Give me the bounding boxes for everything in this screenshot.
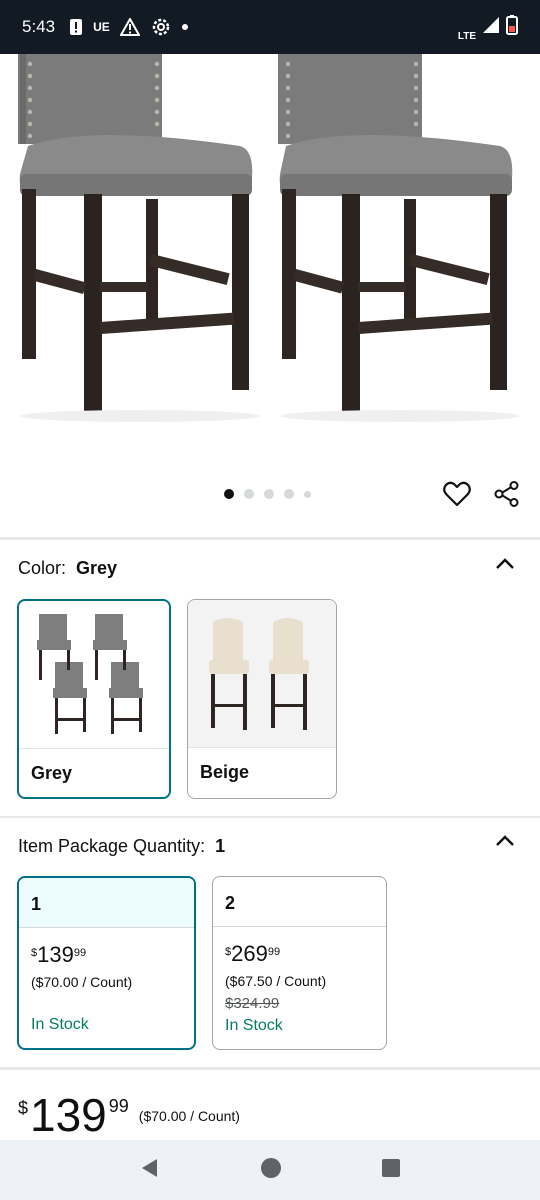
- price-per-count: ($70.00 / Count): [31, 974, 133, 990]
- price-fraction: 99: [108, 1096, 129, 1116]
- swatch-image-grey: [19, 601, 169, 749]
- back-button[interactable]: [139, 1157, 161, 1184]
- dot-icon: [181, 24, 188, 30]
- chairs-illustration: [18, 54, 520, 422]
- recents-button[interactable]: [381, 1158, 401, 1183]
- color-label: Color:: [18, 558, 67, 578]
- share-icon: [494, 481, 519, 507]
- carousel-dots[interactable]: [224, 489, 311, 499]
- color-selected-value: Grey: [76, 558, 118, 578]
- quantity-heading: Item Package Quantity: 1: [18, 836, 225, 857]
- quantity-option-label: 1: [19, 878, 194, 928]
- price-display: $ 139 99 ($70.00 / Count): [18, 1090, 240, 1140]
- carousel-dot[interactable]: [224, 489, 234, 499]
- price-per-count: ($70.00 / Count): [138, 1108, 240, 1124]
- chair-right: [278, 54, 513, 412]
- heart-icon: [443, 481, 471, 507]
- quantity-option-price: $13999: [19, 928, 194, 968]
- list-price-strikethrough: $324.99: [225, 995, 280, 1012]
- price-whole: 269: [231, 941, 268, 966]
- signal-icon: [482, 16, 500, 39]
- color-swatch-beige[interactable]: Beige: [187, 599, 337, 799]
- carousel-dot[interactable]: [244, 489, 254, 499]
- currency-symbol: $: [225, 946, 232, 958]
- battery-icon: [506, 14, 518, 40]
- chevron-up-icon: [496, 835, 514, 846]
- grey-chairs-thumbnail: [37, 613, 143, 734]
- price-per-count: ($67.50 / Count): [225, 973, 327, 989]
- price-fraction: 99: [73, 947, 87, 959]
- price-whole: 139: [37, 942, 74, 967]
- carousel-dot[interactable]: [264, 489, 274, 499]
- section-divider: [0, 537, 540, 540]
- price-whole: 139: [30, 1089, 107, 1141]
- recents-square-icon: [382, 1158, 400, 1177]
- wishlist-button[interactable]: [441, 478, 473, 510]
- back-triangle-icon: [142, 1158, 157, 1177]
- warning-icon: [119, 18, 140, 36]
- alert-icon: [69, 18, 83, 36]
- color-swatch-grey[interactable]: Grey: [17, 599, 171, 799]
- section-divider: [0, 816, 540, 818]
- stock-status: In Stock: [31, 1016, 89, 1033]
- quantity-option-label: 2: [213, 877, 386, 927]
- home-button[interactable]: [259, 1156, 283, 1185]
- carousel-dot[interactable]: [304, 490, 311, 498]
- swatch-label-beige: Beige: [200, 762, 250, 782]
- settings-icon: [150, 16, 172, 38]
- collapse-color-button[interactable]: [493, 552, 517, 576]
- color-heading: Color: Grey: [18, 558, 117, 579]
- collapse-quantity-button[interactable]: [493, 829, 517, 853]
- chevron-up-icon: [496, 558, 514, 569]
- section-divider: [0, 1067, 540, 1070]
- chair-left: [18, 54, 253, 412]
- stock-status: In Stock: [225, 1017, 283, 1034]
- network-label: LTE: [457, 30, 476, 42]
- quantity-option-2[interactable]: 2 $26999 ($67.50 / Count) $324.99 In Sto…: [212, 876, 387, 1050]
- quantity-option-price: $26999: [213, 927, 386, 967]
- share-button[interactable]: [491, 478, 523, 510]
- carousel-dot[interactable]: [284, 489, 294, 499]
- system-nav-bar: [0, 1140, 540, 1200]
- currency-symbol: $: [31, 947, 38, 959]
- swatch-image-beige: [188, 600, 336, 748]
- quantity-label: Item Package Quantity:: [18, 836, 206, 856]
- quantity-option-1[interactable]: 1 $13999 ($70.00 / Count) In Stock: [17, 876, 196, 1050]
- status-bar: 5:43 UE LTE: [0, 0, 540, 54]
- quantity-selected-value: 1: [215, 836, 226, 856]
- status-time: 5:43: [22, 17, 56, 36]
- home-circle-icon: [261, 1157, 281, 1178]
- product-image[interactable]: [0, 54, 540, 474]
- beige-chairs-thumbnail: [209, 617, 309, 730]
- price-fraction: 99: [267, 946, 281, 958]
- price-currency: $: [18, 1098, 29, 1118]
- carrier-icon: UE: [93, 20, 110, 34]
- swatch-label-grey: Grey: [31, 763, 73, 783]
